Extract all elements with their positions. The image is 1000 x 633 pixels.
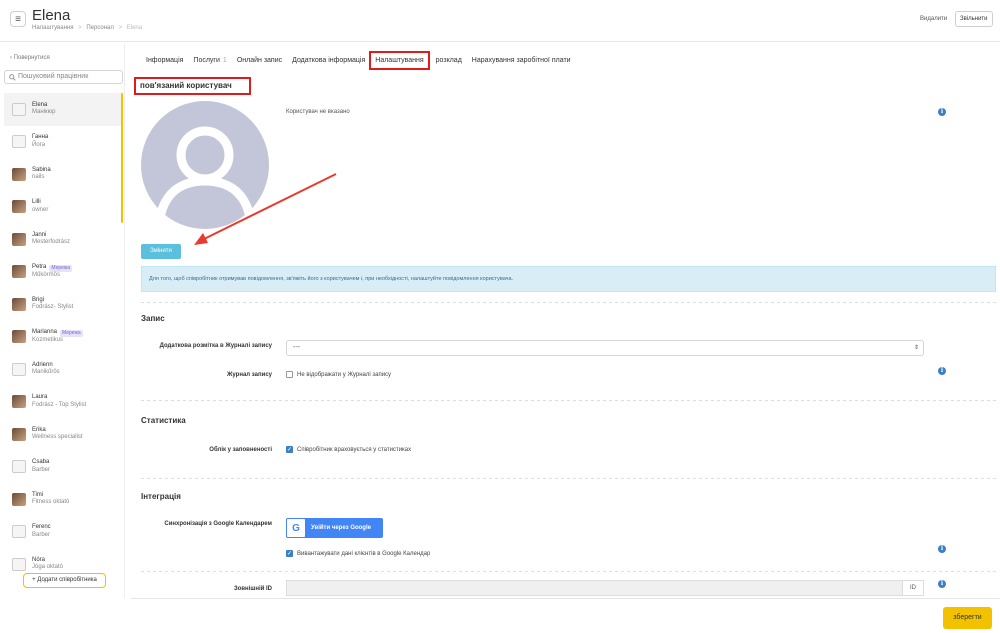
record-section-title: Запис [141, 314, 165, 323]
divider [131, 598, 1000, 599]
save-button[interactable]: зберегти [943, 607, 992, 629]
external-id-addon: ID [902, 580, 924, 596]
google-signin-label: Увійти через Google [311, 525, 371, 531]
external-id-input[interactable] [286, 580, 902, 596]
divider [141, 400, 996, 401]
export-checkbox-label: Вивантажувати дані клієнтів в Google Кал… [297, 550, 431, 557]
google-icon: G [287, 519, 305, 537]
info-icon[interactable]: i [938, 367, 946, 375]
journal-checkbox-row[interactable]: Не відображати у Журналі запису [286, 371, 391, 378]
integration-section-title: Інтеграція [141, 492, 181, 501]
export-checkbox-row[interactable]: ✓ Вивантажувати дані клієнтів в Google К… [286, 550, 430, 557]
select-arrows-icon: ⇕ [913, 345, 919, 351]
divider [141, 571, 996, 572]
journal-checkbox[interactable] [286, 371, 293, 378]
gcal-label: Синхронізація з Google Календарем [164, 521, 272, 527]
google-signin-button[interactable]: G Увійти через Google [286, 518, 383, 538]
divider [141, 302, 996, 303]
occupancy-checkbox-row[interactable]: ✓ Співробітник враховується у статистика… [286, 446, 411, 453]
info-icon[interactable]: i [938, 580, 946, 588]
export-checkbox[interactable]: ✓ [286, 550, 293, 557]
markup-label: Додаткова розмітка в Журналі запису [159, 343, 272, 349]
divider [141, 478, 996, 479]
journal-checkbox-label: Не відображати у Журналі запису [297, 371, 392, 378]
info-alert: Для того, щоб співробітник отримував пов… [141, 266, 996, 292]
statistics-section-title: Статистика [141, 416, 186, 425]
journal-label: Журнал запису [226, 372, 272, 378]
markup-select-value: --- [293, 344, 300, 351]
markup-select[interactable]: --- ⇕ [286, 340, 924, 356]
occupancy-checkbox-label: Співробітник враховується у статистиках [297, 446, 412, 453]
occupancy-checkbox[interactable]: ✓ [286, 446, 293, 453]
external-id-label: Зовнішній ID [233, 586, 272, 592]
info-icon[interactable]: i [938, 545, 946, 553]
occupancy-label: Облік у заповненості [209, 447, 272, 453]
